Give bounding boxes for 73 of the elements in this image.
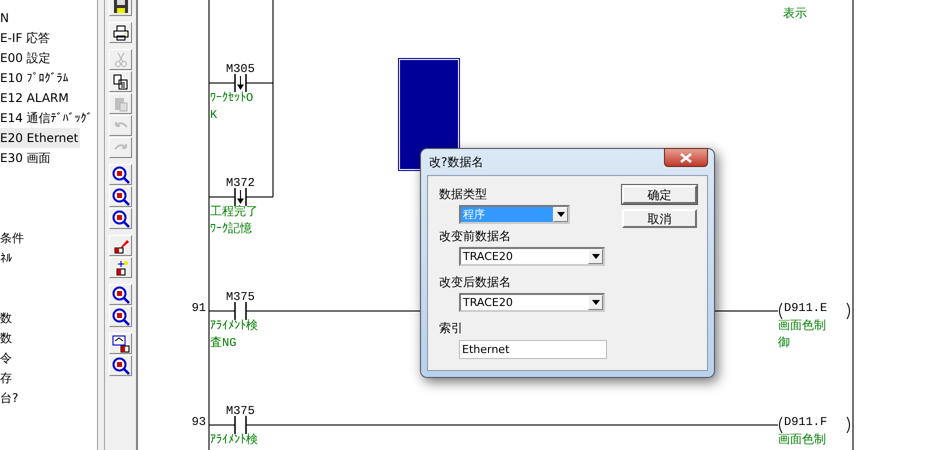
tree-item[interactable]: 存 [0, 368, 14, 388]
magnifier-icon [112, 308, 130, 326]
edit-button[interactable] [109, 235, 132, 256]
close-icon [680, 152, 692, 162]
device-label: M375 [226, 290, 255, 304]
device-comment: ﾜｰｸｾｯﾄOK [210, 90, 254, 124]
print-button[interactable] [109, 22, 132, 43]
dropdown-field[interactable]: TRACE20 [459, 293, 605, 312]
tree-item[interactable]: E10 ﾌﾟﾛｸﾞﾗﾑ [0, 68, 71, 88]
tree-item[interactable]: E12 ALARM [0, 88, 71, 108]
rung-line [208, 196, 274, 198]
scissors-icon [112, 52, 128, 68]
dialog-button[interactable]: 取消 [622, 209, 697, 228]
tree-item[interactable]: 数 [0, 308, 14, 328]
field-label: 索引 [439, 320, 464, 336]
magnifier-icon [112, 188, 130, 206]
field-label: 改变后数据名 [439, 274, 512, 290]
coil-bracket-icon [846, 416, 852, 434]
printer-icon [112, 24, 128, 40]
zoom-button[interactable] [109, 355, 132, 376]
coil-comment: 表示 [783, 6, 807, 22]
coil-comment: 画面色制 [778, 432, 827, 449]
tree-item[interactable]: E00 設定 [0, 48, 53, 68]
device-comment: 工程完了ﾜｰｸ記憶 [210, 204, 259, 238]
magnifier-icon [112, 356, 130, 374]
dropdown-field[interactable]: TRACE20 [459, 247, 605, 266]
coil-label: D911.F [784, 415, 828, 429]
window-button[interactable] [109, 333, 132, 354]
dialog-title: 改?数据名 [428, 154, 484, 170]
close-button[interactable] [664, 148, 708, 167]
device-comment: ｱﾗｲﾒﾝﾄ検査NG [210, 318, 259, 352]
dialog-button[interactable]: 确定 [622, 185, 697, 204]
tree-item[interactable]: 台? [0, 388, 20, 408]
zoom-button[interactable] [109, 208, 132, 229]
zoom-button[interactable] [109, 306, 132, 327]
magnifier-icon [112, 166, 130, 184]
rung-line [208, 82, 274, 84]
clipboard-icon [112, 96, 128, 112]
insert-button[interactable] [109, 257, 132, 278]
tree-item[interactable]: ﾈﾙ [0, 248, 14, 268]
step-number: 93 [190, 415, 206, 429]
tree-item[interactable]: E20 Ethernet [0, 128, 80, 148]
magnifier-icon [112, 286, 130, 304]
tree-item[interactable]: E-IF 応答 [0, 28, 52, 48]
field-label: 数据类型 [439, 186, 488, 202]
zoom-button[interactable] [109, 284, 132, 305]
pencil-icon [112, 238, 128, 254]
tree-item[interactable]: N [0, 8, 11, 28]
field-label: 改变前数据名 [439, 228, 512, 244]
input-field[interactable]: Ethernet [459, 340, 607, 359]
tree-item[interactable]: 数 [0, 328, 14, 348]
zoom-button[interactable] [109, 186, 132, 207]
copy-icon [112, 74, 128, 90]
coil-label: D911.E [784, 301, 828, 315]
zoom-button[interactable] [109, 164, 132, 185]
coil-bracket-icon [777, 302, 783, 320]
device-label: M372 [226, 176, 255, 190]
save-button[interactable] [109, 0, 132, 16]
device-label: M305 [226, 62, 255, 76]
device-comment: ｱﾗｲﾒﾝﾄ検 [210, 432, 259, 449]
floppy-icon [112, 0, 128, 14]
coil-bracket-icon [846, 302, 852, 320]
magnifier-icon [112, 210, 130, 228]
copy-button[interactable] [109, 71, 132, 92]
step-number: 91 [190, 301, 206, 315]
tree-item[interactable]: 条件 [0, 228, 26, 248]
coil-comment: 画面色制御 [778, 318, 827, 352]
tree-item[interactable]: E14 通信ﾃﾞﾊﾞｯｸﾞ [0, 108, 95, 128]
tree-item[interactable]: E30 画面 [0, 148, 53, 168]
diagram-icon [112, 334, 130, 352]
device-label: M375 [226, 404, 255, 418]
tree-item[interactable]: 令 [0, 348, 14, 368]
coil-bracket-icon [777, 416, 783, 434]
